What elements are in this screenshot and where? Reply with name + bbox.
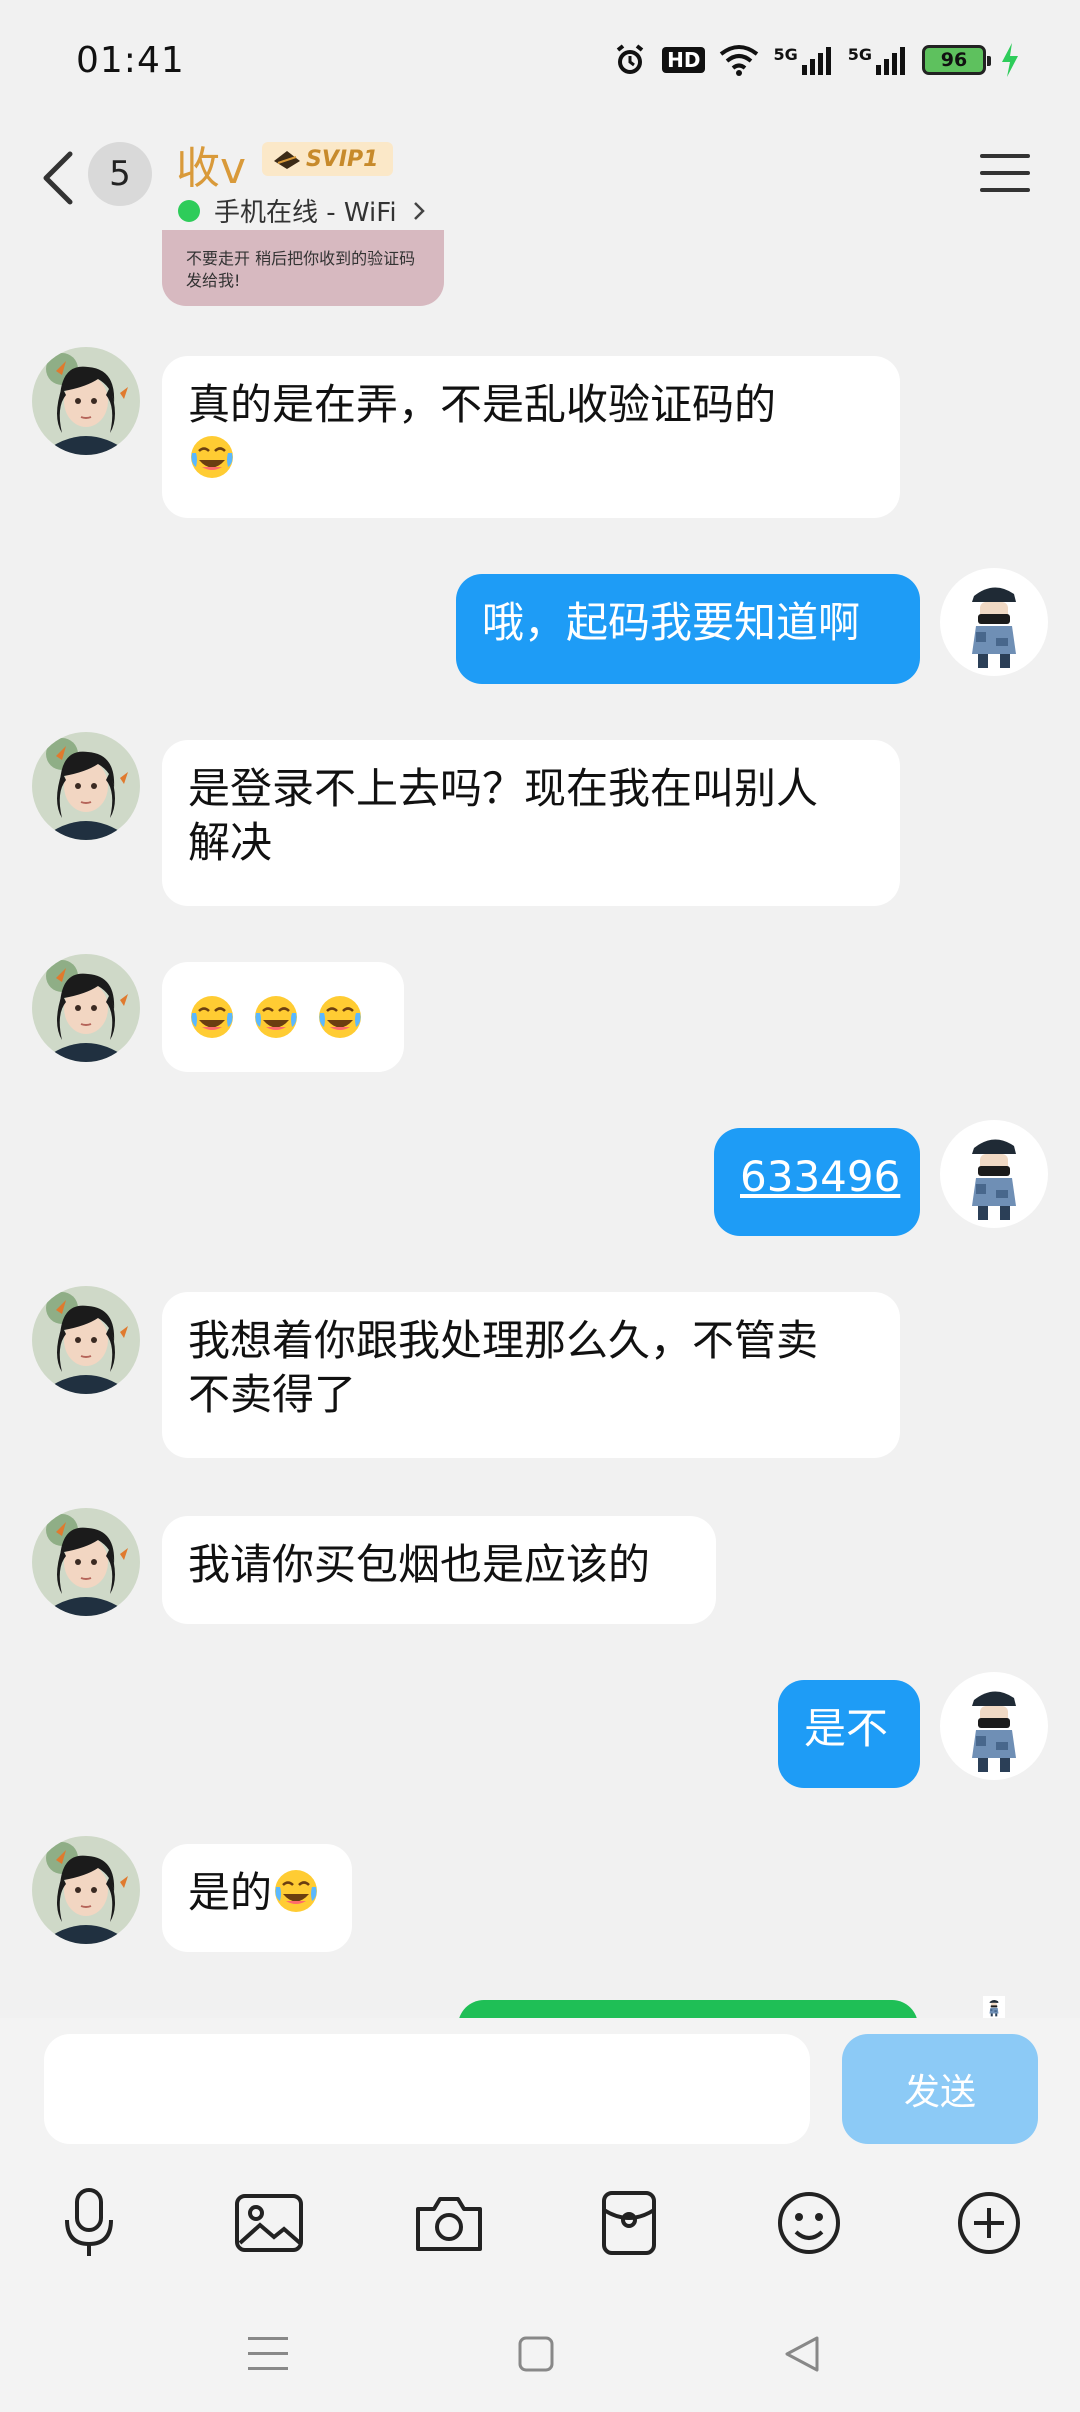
vip-hat-icon bbox=[274, 151, 300, 169]
chat-header: 5 收v SVIP1 手机在线 - WiFi bbox=[0, 120, 1080, 230]
message-text-line1: 是登录不上去吗？现在我在叫别人 bbox=[188, 764, 819, 813]
outgoing-bubble[interactable]: 是不 bbox=[778, 1680, 920, 1788]
svip-badge: SVIP1 bbox=[262, 142, 393, 176]
message-input[interactable] bbox=[44, 2034, 810, 2144]
camera-icon[interactable] bbox=[404, 2178, 494, 2268]
contact-avatar[interactable] bbox=[32, 1286, 140, 1394]
message-text-line2: 解决 bbox=[188, 818, 273, 867]
my-avatar-partial bbox=[940, 1996, 1048, 2018]
contact-avatar[interactable] bbox=[32, 732, 140, 840]
status-bar: 01:41 HD 5G 5G 96 bbox=[0, 0, 1080, 120]
message-text: 是的 bbox=[188, 1868, 273, 1917]
my-avatar[interactable] bbox=[940, 1672, 1048, 1780]
contact-avatar[interactable] bbox=[32, 1836, 140, 1944]
send-button[interactable]: 发送 bbox=[842, 2034, 1038, 2144]
outgoing-bubble[interactable]: 哦，起码我要知道啊 bbox=[456, 574, 920, 684]
contact-avatar[interactable] bbox=[32, 1508, 140, 1616]
message-text: 是不 bbox=[804, 1704, 889, 1753]
laugh-cry-emoji-icon bbox=[272, 1867, 320, 1915]
message-text-line2: 不卖得了 bbox=[188, 1370, 357, 1419]
composer-toolbar bbox=[0, 2178, 1080, 2288]
signal-icon-1: 5G bbox=[773, 45, 833, 75]
hd-badge: HD bbox=[662, 47, 706, 73]
chevron-right-icon bbox=[413, 201, 425, 220]
incoming-bubble[interactable]: 真的是在弄，不是乱收验证码的 bbox=[162, 356, 900, 518]
message-text: 我请你买包烟也是应该的 bbox=[188, 1540, 651, 1589]
menu-icon[interactable] bbox=[980, 152, 1030, 194]
wifi-icon bbox=[720, 45, 759, 76]
incoming-bubble[interactable]: 我请你买包烟也是应该的 bbox=[162, 1516, 716, 1624]
image-icon[interactable] bbox=[224, 2178, 314, 2268]
message-text: 哦，起码我要知道啊 bbox=[482, 598, 861, 647]
image-message-text: 不要走开 稍后把你收到的验证码发给我! bbox=[186, 249, 416, 290]
online-dot bbox=[178, 199, 200, 222]
incoming-bubble[interactable]: 是登录不上去吗？现在我在叫别人 解决 bbox=[162, 740, 900, 906]
back-icon[interactable] bbox=[38, 150, 78, 206]
composer: 发送 bbox=[0, 2018, 1080, 2412]
incoming-bubble[interactable]: 我想着你跟我处理那么久，不管卖 不卖得了 bbox=[162, 1292, 900, 1458]
outgoing-bubble[interactable]: 633496 bbox=[714, 1128, 920, 1236]
laugh-cry-emoji-icon bbox=[252, 993, 300, 1041]
signal-icon-2: 5G bbox=[848, 45, 908, 75]
my-avatar[interactable] bbox=[940, 1120, 1048, 1228]
image-message-partial[interactable]: 不要走开 稍后把你收到的验证码发给我! bbox=[162, 230, 444, 306]
laugh-cry-emoji-icon bbox=[316, 993, 364, 1041]
svip-label: SVIP1 bbox=[306, 146, 379, 172]
microphone-icon[interactable] bbox=[44, 2178, 134, 2268]
online-status[interactable]: 手机在线 - WiFi bbox=[178, 192, 427, 229]
battery-icon: 96 bbox=[922, 45, 991, 75]
contact-avatar[interactable] bbox=[32, 347, 140, 455]
emoji-icon[interactable] bbox=[764, 2178, 854, 2268]
status-icons: HD 5G 5G 96 bbox=[612, 42, 1020, 78]
message-text-line1: 我想着你跟我处理那么久，不管卖 bbox=[188, 1316, 819, 1365]
alarm-icon bbox=[616, 44, 644, 74]
incoming-bubble[interactable]: 是的 bbox=[162, 1844, 352, 1952]
battery-level: 96 bbox=[940, 48, 968, 71]
online-status-text: 手机在线 - WiFi bbox=[214, 198, 397, 228]
contact-name[interactable]: 收v bbox=[176, 132, 246, 196]
nav-menu-icon[interactable] bbox=[228, 2314, 308, 2394]
nav-back-icon[interactable] bbox=[762, 2314, 842, 2394]
laugh-cry-emoji-icon bbox=[188, 993, 236, 1041]
system-navigation-bar bbox=[0, 2314, 1080, 2412]
incoming-bubble[interactable] bbox=[162, 962, 404, 1072]
unread-count-badge[interactable]: 5 bbox=[88, 142, 152, 206]
status-time: 01:41 bbox=[76, 39, 185, 81]
charging-icon bbox=[1002, 43, 1018, 77]
code-link[interactable]: 633496 bbox=[740, 1152, 900, 1201]
laugh-cry-emoji-icon bbox=[188, 433, 236, 481]
plus-icon[interactable] bbox=[944, 2178, 1034, 2268]
nav-home-icon[interactable] bbox=[496, 2314, 576, 2394]
contact-avatar[interactable] bbox=[32, 954, 140, 1062]
message-text: 真的是在弄，不是乱收验证码的 bbox=[188, 380, 777, 429]
my-avatar[interactable] bbox=[940, 568, 1048, 676]
red-packet-icon[interactable] bbox=[584, 2178, 674, 2268]
